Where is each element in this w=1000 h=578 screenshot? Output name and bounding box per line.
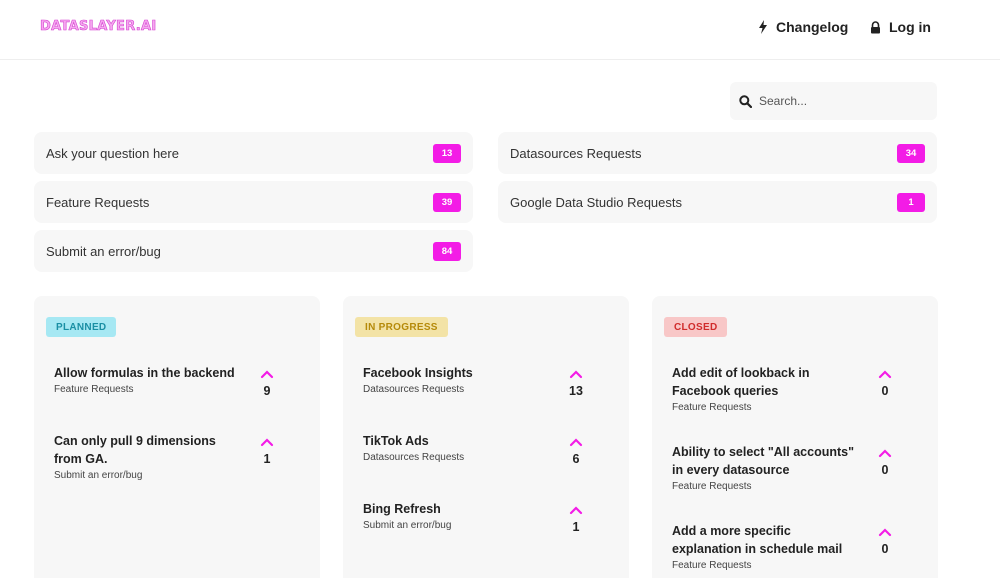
item-title[interactable]: Facebook Insights bbox=[363, 364, 553, 382]
item-category: Feature Requests bbox=[672, 481, 752, 492]
item-title[interactable]: Add edit of lookback in Facebook queries bbox=[672, 364, 862, 400]
category-label: Ask your question here bbox=[46, 145, 179, 161]
top-header: DATASLAYER.AI Changelog Log in bbox=[0, 0, 1000, 60]
vote-count: 0 bbox=[881, 542, 889, 556]
upvote-chevron-icon[interactable] bbox=[569, 502, 583, 516]
vote-count: 1 bbox=[263, 452, 271, 466]
category-count-badge: 1 bbox=[897, 192, 925, 212]
upvote-chevron-icon[interactable] bbox=[878, 366, 892, 380]
roadmap-item: Can only pull 9 dimensions from GA. Subm… bbox=[54, 432, 304, 481]
category-label: Datasources Requests bbox=[510, 145, 642, 161]
category-datasources-requests[interactable]: Datasources Requests 34 bbox=[498, 132, 937, 174]
vote-count: 1 bbox=[572, 520, 580, 534]
upvote-chevron-icon[interactable] bbox=[878, 524, 892, 538]
brand-logo[interactable]: DATASLAYER.AI bbox=[40, 19, 157, 35]
vote-widget: 0 bbox=[878, 524, 892, 556]
status-badge-closed: CLOSED bbox=[664, 317, 728, 337]
item-title[interactable]: Add a more specific explanation in sched… bbox=[672, 522, 862, 558]
category-count-badge: 39 bbox=[433, 192, 461, 212]
roadmap-column-planned: PLANNED Allow formulas in the backend Fe… bbox=[34, 296, 320, 578]
vote-widget: 1 bbox=[569, 502, 583, 534]
search-box[interactable] bbox=[730, 82, 937, 120]
status-badge-in-progress: IN PROGRESS bbox=[355, 317, 448, 337]
changelog-label: Changelog bbox=[776, 19, 849, 35]
vote-widget: 13 bbox=[569, 366, 583, 398]
upvote-chevron-icon[interactable] bbox=[878, 445, 892, 459]
category-label: Submit an error/bug bbox=[46, 243, 161, 259]
search-icon bbox=[739, 94, 752, 108]
item-category: Submit an error/bug bbox=[54, 470, 143, 481]
upvote-chevron-icon[interactable] bbox=[260, 434, 274, 448]
roadmap-item: Allow formulas in the backend Feature Re… bbox=[54, 364, 304, 398]
roadmap-item: TikTok Ads Datasources Requests 6 bbox=[363, 432, 613, 466]
category-count-badge: 13 bbox=[433, 143, 461, 163]
vote-count: 0 bbox=[881, 463, 889, 477]
roadmap-item: Ability to select "All accounts" in ever… bbox=[672, 443, 922, 492]
status-badge-planned: PLANNED bbox=[46, 317, 117, 337]
category-label: Feature Requests bbox=[46, 194, 150, 210]
login-link[interactable]: Log in bbox=[870, 19, 931, 35]
category-ask-question[interactable]: Ask your question here 13 bbox=[34, 132, 473, 174]
lock-icon bbox=[870, 20, 881, 34]
category-google-data-studio-requests[interactable]: Google Data Studio Requests 1 bbox=[498, 181, 937, 223]
roadmap-item: Bing Refresh Submit an error/bug 1 bbox=[363, 500, 613, 534]
category-count-badge: 34 bbox=[897, 143, 925, 163]
item-title[interactable]: Can only pull 9 dimensions from GA. bbox=[54, 432, 244, 468]
item-title[interactable]: TikTok Ads bbox=[363, 432, 553, 450]
item-title[interactable]: Ability to select "All accounts" in ever… bbox=[672, 443, 862, 479]
roadmap-item: Add a more specific explanation in sched… bbox=[672, 522, 922, 571]
vote-count: 9 bbox=[263, 384, 271, 398]
search-input[interactable] bbox=[759, 94, 919, 108]
category-label: Google Data Studio Requests bbox=[510, 194, 682, 210]
vote-count: 6 bbox=[572, 452, 580, 466]
vote-count: 0 bbox=[881, 384, 889, 398]
item-title[interactable]: Allow formulas in the backend bbox=[54, 364, 244, 382]
login-label: Log in bbox=[889, 19, 931, 35]
item-category: Feature Requests bbox=[672, 560, 752, 571]
lightning-icon bbox=[758, 20, 768, 34]
roadmap-column-closed: CLOSED Add edit of lookback in Facebook … bbox=[652, 296, 938, 578]
item-category: Feature Requests bbox=[672, 402, 752, 413]
item-title[interactable]: Bing Refresh bbox=[363, 500, 553, 518]
vote-widget: 9 bbox=[260, 366, 274, 398]
roadmap-item: Add edit of lookback in Facebook queries… bbox=[672, 364, 922, 413]
roadmap-column-in-progress: IN PROGRESS Facebook Insights Datasource… bbox=[343, 296, 629, 578]
vote-widget: 0 bbox=[878, 445, 892, 477]
upvote-chevron-icon[interactable] bbox=[260, 366, 274, 380]
vote-widget: 1 bbox=[260, 434, 274, 466]
vote-widget: 6 bbox=[569, 434, 583, 466]
changelog-link[interactable]: Changelog bbox=[758, 19, 848, 35]
roadmap-item: Facebook Insights Datasources Requests 1… bbox=[363, 364, 613, 398]
upvote-chevron-icon[interactable] bbox=[569, 366, 583, 380]
category-count-badge: 84 bbox=[433, 241, 461, 261]
category-submit-error-bug[interactable]: Submit an error/bug 84 bbox=[34, 230, 473, 272]
upvote-chevron-icon[interactable] bbox=[569, 434, 583, 448]
vote-count: 13 bbox=[569, 384, 583, 398]
vote-widget: 0 bbox=[878, 366, 892, 398]
category-feature-requests[interactable]: Feature Requests 39 bbox=[34, 181, 473, 223]
